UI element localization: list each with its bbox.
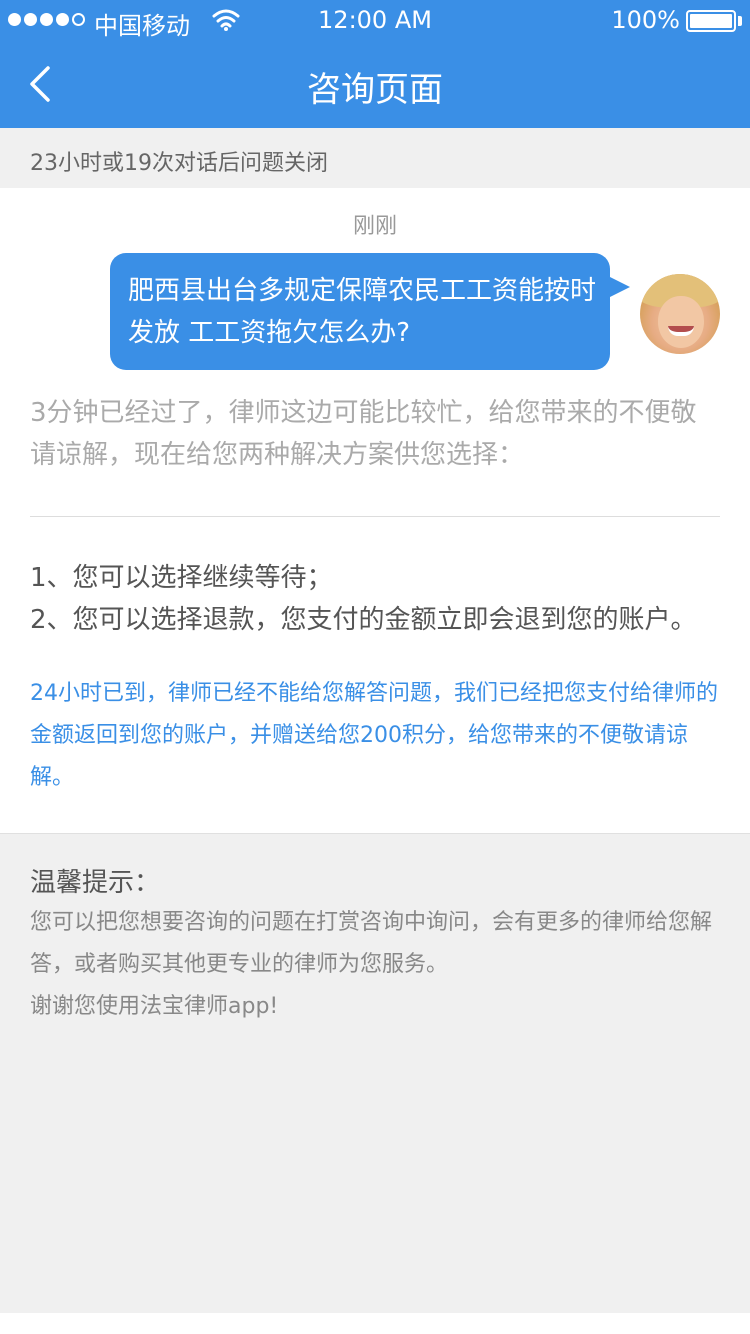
option-wait[interactable]: 1、您可以选择继续等待； <box>30 557 730 599</box>
divider <box>30 516 720 517</box>
tips-line: 您可以把您想要咨询的问题在打赏咨询中询问，会有更多的律师给您解答，或者购买其他更… <box>30 910 713 977</box>
page-title: 咨询页面 <box>307 70 443 110</box>
tips-title: 温馨提示： <box>30 868 161 898</box>
tips-section: 温馨提示： 您可以把您想要咨询的问题在打赏咨询中询问，会有更多的律师给您解答，或… <box>0 833 750 1313</box>
auto-reply-message: 3分钟已经过了，律师这边可能比较忙，给您带来的不便敬请谅解，现在给您两种解决方案… <box>30 398 697 470</box>
tips-body: 您可以把您想要咨询的问题在打赏咨询中询问，会有更多的律师给您解答，或者购买其他更… <box>30 902 730 1028</box>
navigation-bar: 咨询页面 <box>0 40 750 128</box>
battery-percentage: 100% <box>611 6 680 34</box>
user-message-bubble: 肥西县出台多规定保障农民工工资能按时发放 工工资拖欠怎么办? <box>110 253 610 370</box>
refund-message: 24小时已到，律师已经不能给您解答问题，我们已经把您支付给律师的金额返回到您的账… <box>30 681 718 790</box>
user-avatar[interactable] <box>640 274 720 354</box>
solution-options: 1、您可以选择继续等待； 2、您可以选择退款，您支付的金额立即会退到您的账户。 <box>30 557 730 641</box>
notice-bar: 23小时或19次对话后问题关闭 <box>0 128 750 188</box>
tips-line: 谢谢您使用法宝律师app! <box>30 994 279 1019</box>
battery-icon <box>686 10 736 32</box>
status-bar: 中国移动 12:00 AM 100% <box>0 0 750 40</box>
option-refund[interactable]: 2、您可以选择退款，您支付的金额立即会退到您的账户。 <box>30 599 730 641</box>
bubble-tail <box>608 276 630 298</box>
message-timestamp: 刚刚 <box>352 214 397 239</box>
battery-tip <box>738 16 742 26</box>
